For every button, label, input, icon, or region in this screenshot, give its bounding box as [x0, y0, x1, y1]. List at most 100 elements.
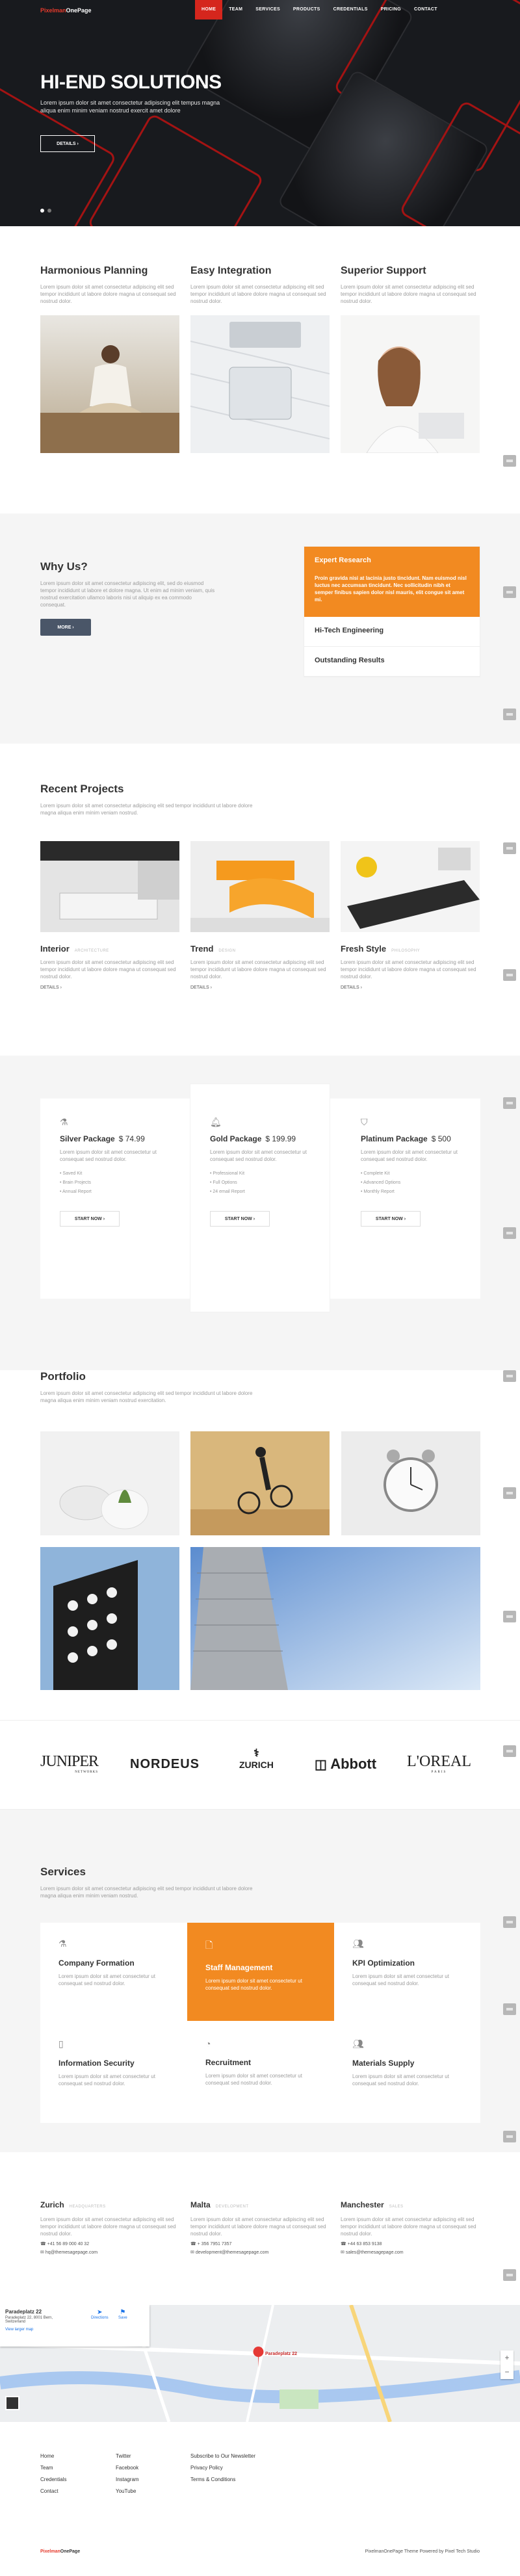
nav-item-services[interactable]: SERVICES — [249, 0, 287, 20]
side-widget-button[interactable] — [503, 2131, 516, 2142]
footer-link-privacy-policy[interactable]: Privacy Policy — [190, 2465, 320, 2471]
side-widget-button[interactable] — [503, 1097, 516, 1109]
side-widget-button[interactable] — [503, 969, 516, 981]
hero-text: Lorem ipsum dolor sit amet consectetur a… — [40, 99, 220, 114]
service-title: Information Security — [58, 2059, 135, 2068]
project-details-link[interactable]: DETAILS › — [40, 985, 179, 990]
service-recruitment[interactable]: ◔ Recruitment Lorem ipsum dolor sit amet c… — [187, 2023, 334, 2121]
slider-dot[interactable] — [47, 209, 51, 213]
service-company-formation[interactable]: ⚗ Company Formation Lorem ipsum dolor sit … — [40, 1923, 187, 2021]
save-button[interactable]: ⚑ Save — [118, 2309, 127, 2320]
side-widget-button[interactable] — [503, 709, 516, 720]
loreal-logo: L'OREAL PARIS — [407, 1753, 471, 1774]
footer-link-facebook[interactable]: Facebook — [116, 2465, 181, 2471]
start-now-button[interactable]: START NOW › — [210, 1211, 270, 1227]
slider-dots[interactable] — [40, 209, 51, 213]
package-text: Lorem ipsum dolor sit amet consectetur u… — [210, 1149, 307, 1162]
why-more-button[interactable]: MORE › — [40, 619, 91, 636]
mail-icon: ✉ — [40, 2250, 46, 2255]
side-widget-button[interactable] — [503, 1370, 516, 1382]
side-widget-button[interactable] — [503, 842, 516, 854]
side-widget-button[interactable] — [503, 1487, 516, 1499]
side-widget-button[interactable] — [503, 586, 516, 598]
project-details-link[interactable]: DETAILS › — [190, 985, 330, 990]
accordion-item-expert-research[interactable]: Expert Research Proin gravida nisi at lac… — [304, 547, 480, 617]
service-information-security[interactable]: ▯ Information Security Lorem ipsum dolor s… — [40, 2023, 187, 2121]
footer-link-youtube[interactable]: YouTube — [116, 2488, 181, 2494]
project-card[interactable]: Trend DESIGN Lorem ipsum dolor sit amet c… — [190, 841, 330, 990]
map-satellite-toggle[interactable] — [5, 2396, 20, 2410]
footer-link-home[interactable]: Home — [40, 2453, 105, 2459]
map-zoom-control[interactable]: + − — [500, 2350, 514, 2379]
portfolio-item-bike[interactable] — [190, 1431, 330, 1535]
side-widget-button[interactable] — [503, 1745, 516, 1757]
portfolio-section: Portfolio Lorem ipsum dolor sit amet con… — [0, 1370, 520, 1720]
project-text: Lorem ipsum dolor sit amet consectetur a… — [40, 959, 176, 980]
google-map[interactable]: Paradeplatz 22 Paradeplatz 22, 8001 Bern… — [0, 2305, 520, 2422]
project-card[interactable]: Fresh Style PHILOSOPHY Lorem ipsum dolor … — [341, 841, 480, 990]
nav-item-home[interactable]: HOME — [195, 0, 223, 20]
accordion-item-hi-tech[interactable]: Hi-Tech Engineering — [304, 617, 480, 647]
portfolio-item-tower[interactable] — [190, 1547, 480, 1690]
projects-section: Recent Projects Lorem ipsum dolor sit am… — [0, 744, 520, 1056]
side-widget-button[interactable] — [503, 2269, 516, 2281]
mail-icon: ✉ — [190, 2250, 196, 2255]
start-now-button[interactable]: START NOW › — [60, 1211, 120, 1227]
side-widget-button[interactable] — [503, 1916, 516, 1928]
service-staff-management[interactable]: 🗋︎ Staff Management Lorem ipsum dolor sit … — [187, 1923, 334, 2021]
side-widget-button[interactable] — [503, 455, 516, 467]
view-larger-map-link[interactable]: View larger map — [5, 2328, 144, 2332]
accordion-item-outstanding[interactable]: Outstanding Results — [304, 647, 480, 677]
project-card[interactable]: Interior ARCHITECTURE Lorem ipsum dolor s… — [40, 841, 179, 990]
package-feature: Complete Kit — [361, 1169, 461, 1178]
office-email[interactable]: hq@themesagepage.com — [46, 2250, 98, 2255]
footer-link-terms-conditions[interactable]: Terms & Conditions — [190, 2477, 320, 2482]
package-text: Lorem ipsum dolor sit amet consectetur u… — [60, 1149, 157, 1162]
portfolio-item-building[interactable] — [40, 1547, 179, 1690]
service-text: Lorem ipsum dolor sit amet consectetur u… — [205, 1978, 302, 1991]
side-widget-button[interactable] — [503, 1611, 516, 1622]
zoom-in-button[interactable]: + — [500, 2350, 514, 2365]
project-title: Fresh Style — [341, 944, 387, 954]
hero-details-button[interactable]: DETAILS › — [40, 135, 95, 152]
contact-section: Zurich HEADQUARTERS Lorem ipsum dolor sit … — [0, 2152, 520, 2305]
service-kpi-optimization[interactable]: 👥︎ KPI Optimization Lorem ipsum dolor sit … — [334, 1923, 481, 2021]
footer-link-subscribe-to-our-newsletter[interactable]: Subscribe to Our Newsletter — [190, 2453, 320, 2459]
nav-item-contact[interactable]: CONTACT — [408, 0, 444, 20]
nav-item-team[interactable]: TEAM — [222, 0, 249, 20]
project-details-link[interactable]: DETAILS › — [341, 985, 480, 990]
slider-dot[interactable] — [40, 209, 44, 213]
package-text: Lorem ipsum dolor sit amet consectetur u… — [361, 1149, 458, 1162]
package-name: Silver Package — [60, 1134, 115, 1143]
directions-button[interactable]: ➤ Directions — [91, 2309, 109, 2320]
side-widget-button[interactable] — [503, 1227, 516, 1239]
office-text: Lorem ipsum dolor sit amet consectetur a… — [341, 2217, 476, 2237]
portfolio-item-plants[interactable] — [40, 1431, 179, 1535]
office-phone: + 356 7951 7357 — [197, 2242, 232, 2246]
portfolio-item-clock[interactable] — [341, 1431, 480, 1535]
package-features: Saved KitBrain ProjectsAnnual Report — [60, 1169, 160, 1197]
footer-link-twitter[interactable]: Twitter — [116, 2453, 181, 2459]
footer-link-instagram[interactable]: Instagram — [116, 2477, 181, 2482]
nav-item-pricing[interactable]: PRICING — [374, 0, 408, 20]
phone-icon: ☎ — [40, 2242, 47, 2246]
start-now-button[interactable]: START NOW › — [361, 1211, 421, 1227]
footer-column-social: Twitter Facebook Instagram YouTube — [116, 2453, 181, 2500]
service-materials-supply[interactable]: 👥︎ Materials Supply Lorem ipsum dolor sit … — [334, 2023, 481, 2121]
office-email[interactable]: sales@themesagepage.com — [346, 2250, 404, 2255]
nav-item-products[interactable]: PRODUCTS — [287, 0, 327, 20]
offices-row: Zurich HEADQUARTERS Lorem ipsum dolor sit … — [40, 2199, 480, 2255]
abbott-logo: ◫ Abbott — [315, 1756, 376, 1773]
site-logo[interactable]: PixelmanOnePage — [40, 7, 92, 14]
footer-logo[interactable]: PixelmanOnePage — [40, 2549, 80, 2554]
office-email[interactable]: development@themesagepage.com — [196, 2250, 269, 2255]
footer-link-credentials[interactable]: Credentials — [40, 2477, 105, 2482]
flask-icon: ⚗ — [58, 1938, 67, 1949]
footer-link-contact[interactable]: Contact — [40, 2488, 105, 2494]
footer-link-team[interactable]: Team — [40, 2465, 105, 2471]
zoom-out-button[interactable]: − — [500, 2365, 514, 2379]
package-platinum: ⛉ Platinum Package $ 500 Lorem ipsum dolo… — [341, 1099, 480, 1245]
main-menu: HOME TEAM SERVICES PRODUCTS CREDENTIALS PRICI… — [195, 0, 444, 20]
side-widget-button[interactable] — [503, 2003, 516, 2015]
nav-item-credentials[interactable]: CREDENTIALS — [327, 0, 374, 20]
